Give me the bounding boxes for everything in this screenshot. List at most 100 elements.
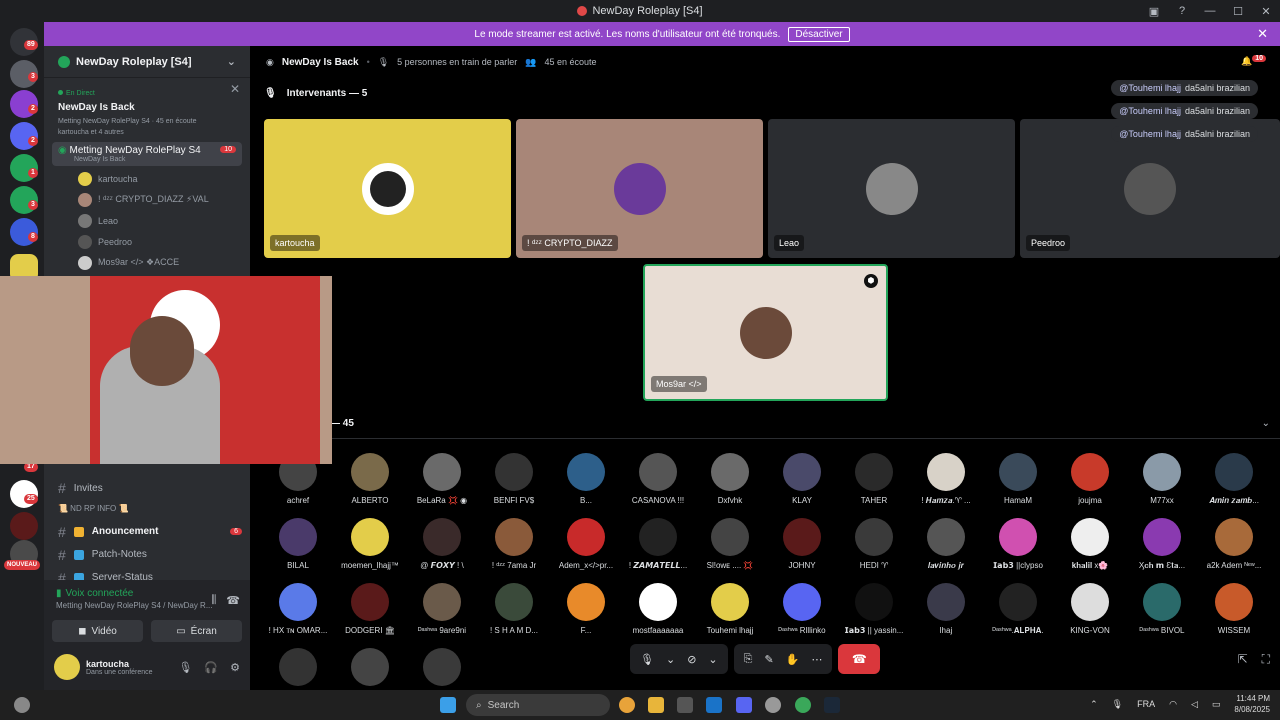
audience-member[interactable]: Touhemi lhajj bbox=[694, 583, 766, 647]
language-indicator[interactable]: FRA bbox=[1137, 699, 1155, 709]
category-header[interactable]: 📜 ND RP INFO 📜 bbox=[44, 498, 250, 520]
audience-member[interactable]: HEDI ♈ bbox=[838, 518, 910, 582]
close-icon[interactable]: ✕ bbox=[230, 82, 240, 96]
audience-member[interactable]: 𝗜𝗮𝗯𝟯 ||clypso bbox=[982, 518, 1054, 582]
battery-icon[interactable]: ▭ bbox=[1212, 699, 1221, 710]
speaker-tile[interactable]: kartoucha bbox=[264, 119, 511, 258]
member-item[interactable]: kartoucha bbox=[44, 168, 250, 189]
help-icon[interactable]: ? bbox=[1168, 5, 1196, 17]
audience-member[interactable]: joujma bbox=[1054, 453, 1126, 517]
audience-member[interactable]: BENFI FV$ bbox=[478, 453, 550, 517]
member-item[interactable]: ! ᵈᶻᶻ CRYPTO_DIAZZ ⚡VAL bbox=[44, 189, 250, 210]
disconnect-icon[interactable]: ☎ bbox=[226, 594, 240, 607]
audience-member[interactable]: JOHNY bbox=[766, 518, 838, 582]
chrome-icon[interactable] bbox=[795, 697, 811, 713]
audience-member[interactable]: ! 𝑯𝒂𝒎𝒛𝒂.♈ ... bbox=[910, 453, 982, 517]
audience-member[interactable]: Ӽ𝐜𝐡 𝗺 Ɛ𝐭𝐚... bbox=[1126, 518, 1198, 582]
video-button[interactable]: ◼ Vidéo bbox=[52, 620, 143, 642]
speaker-tile[interactable]: ! ᵈᶻᶻ CRYPTO_DIAZZ bbox=[516, 119, 763, 258]
mic-control[interactable]: 🎙 ⌄ ⊘ ⌄ bbox=[630, 644, 728, 674]
audience-member[interactable]: ! S H A M D... bbox=[478, 583, 550, 647]
actions-control[interactable]: ⎘ ✎ ✋ ⋯ bbox=[733, 644, 833, 674]
audience-member[interactable]: WISSEM bbox=[1198, 583, 1270, 647]
audience-member[interactable]: moemen_lhajj™ bbox=[334, 518, 406, 582]
audience-member[interactable]: 𝑨𝒎𝒊𝒏 𝒛𝒂𝒎𝒃... bbox=[1198, 453, 1270, 517]
channel-invites[interactable]: # Invites bbox=[44, 478, 250, 498]
chevron-down-icon[interactable]: ⌄ bbox=[666, 653, 675, 666]
audience-member[interactable]: 𝗜𝗮𝗯𝟯 || yassin... bbox=[838, 583, 910, 647]
audience-member[interactable]: mostfaaaaaaa bbox=[622, 583, 694, 647]
audience-member[interactable]: ᴰᵃˢʰʷᵃ 9are9ni bbox=[406, 583, 478, 647]
activity-icon[interactable]: ✎ bbox=[764, 653, 773, 666]
screen-share-icon[interactable]: ⎘ bbox=[744, 653, 753, 666]
gear-icon[interactable]: ⚙ bbox=[230, 661, 240, 674]
minimize-button[interactable]: — bbox=[1196, 5, 1224, 17]
speaker-tile[interactable]: Leao bbox=[768, 119, 1015, 258]
microphone-icon[interactable]: 🎙 bbox=[178, 661, 192, 674]
steam-icon[interactable] bbox=[824, 697, 840, 713]
disable-streamer-button[interactable]: Désactiver bbox=[788, 26, 850, 42]
audience-member[interactable]: 𝐤𝐡𝐚𝐥𝐢𝐥 x🌸 bbox=[1054, 518, 1126, 582]
audience-member[interactable]: ! 𝙕𝘼𝙈𝘼𝙏𝙀𝙇𝙇... bbox=[622, 518, 694, 582]
audience-member[interactable]: BeLaRa 💢 ◉ bbox=[406, 453, 478, 517]
audience-member[interactable]: M77xx bbox=[1126, 453, 1198, 517]
stage-channel-active[interactable]: ◉ Metting NewDay RolePlay S4 NewDay Is B… bbox=[52, 142, 242, 166]
more-icon[interactable]: ⋯ bbox=[811, 653, 822, 666]
inbox-icon[interactable]: ▣ bbox=[1140, 5, 1168, 18]
audience-member[interactable]: B... bbox=[550, 453, 622, 517]
audience-member[interactable]: BILAL bbox=[262, 518, 334, 582]
speaker-tile-active[interactable]: ⬢ Mos9ar </> bbox=[643, 264, 888, 401]
app-icon[interactable] bbox=[765, 697, 781, 713]
discord-icon[interactable] bbox=[736, 697, 752, 713]
audience-member[interactable]: 𝒍𝒂𝒗𝒊𝒏𝒉𝒐 𝒋𝒓 bbox=[910, 518, 982, 582]
headphones-icon[interactable]: 🎧 bbox=[204, 661, 218, 674]
microphone-icon[interactable]: 🎙 bbox=[640, 653, 654, 666]
chevron-down-icon[interactable]: ⌄ bbox=[1262, 418, 1270, 429]
member-item[interactable]: Leao bbox=[44, 210, 250, 231]
search-box[interactable]: ⌕ Search bbox=[466, 694, 610, 716]
live-stage-card[interactable]: En Direct NewDay Is Back Metting NewDay … bbox=[44, 78, 250, 136]
audience-member[interactable]: ! HX ᴛɴ OMAR... bbox=[262, 583, 334, 647]
start-icon[interactable] bbox=[440, 697, 456, 713]
channel-patch-notes[interactable]: # Patch-Notes bbox=[44, 543, 250, 566]
server-header[interactable]: NewDay Roleplay [S4] ⌄ bbox=[44, 46, 250, 78]
audience-member[interactable]: F... bbox=[550, 583, 622, 647]
microphone-icon[interactable]: 🎙 bbox=[1112, 699, 1123, 710]
audience-member[interactable]: ! ᵈᶻᶻ 7ama Jr bbox=[478, 518, 550, 582]
audience-member[interactable]: KING-VON bbox=[1054, 583, 1126, 647]
audience-member[interactable]: HamaM bbox=[982, 453, 1054, 517]
disconnect-button[interactable]: ☎ bbox=[838, 644, 881, 674]
outlook-icon[interactable] bbox=[706, 697, 722, 713]
channel-announcement[interactable]: # Anouncement 6 bbox=[44, 520, 250, 543]
audience-member[interactable]: ᴰᵃˢʰʷᵃ Rlllinko bbox=[766, 583, 838, 647]
camera-off-icon[interactable]: ⊘ bbox=[687, 653, 696, 666]
audience-member[interactable]: DODGERI 🏛 bbox=[334, 583, 406, 647]
widgets-icon[interactable] bbox=[14, 697, 30, 713]
chevron-up-icon[interactable]: ⌃ bbox=[1090, 699, 1098, 710]
avatar[interactable] bbox=[54, 654, 80, 680]
clock[interactable]: 11:44 PM 8/08/2025 bbox=[1234, 693, 1270, 715]
soundboard-icon[interactable]: ⫼ bbox=[211, 594, 216, 607]
chevron-down-icon[interactable]: ⌄ bbox=[708, 653, 717, 666]
audience-member[interactable]: TAHER bbox=[838, 453, 910, 517]
chrome-icon[interactable] bbox=[619, 697, 635, 713]
audience-member[interactable]: Dxfvhk bbox=[694, 453, 766, 517]
popout-icon[interactable]: ⇱ bbox=[1238, 652, 1248, 667]
wifi-icon[interactable]: ◠ bbox=[1169, 699, 1177, 710]
member-item[interactable]: Mos9ar </> ❖ACCE bbox=[44, 252, 250, 273]
close-window-button[interactable]: ✕ bbox=[1252, 5, 1280, 18]
file-explorer-icon[interactable] bbox=[648, 697, 664, 713]
server-icon[interactable] bbox=[10, 512, 38, 540]
close-icon[interactable]: ✕ bbox=[1257, 26, 1268, 42]
audience-member[interactable]: Sl!oᴡᴇ .... 💢 bbox=[694, 518, 766, 582]
audience-member[interactable]: Adem_x</>pr... bbox=[550, 518, 622, 582]
audience-member[interactable]: lhaj bbox=[910, 583, 982, 647]
audience-member[interactable]: ᴰᵃˢʰʷᵃ.𝐀𝐋𝐏𝐇𝐀. bbox=[982, 583, 1054, 647]
store-icon[interactable] bbox=[677, 697, 693, 713]
audience-member[interactable]: KLAY bbox=[766, 453, 838, 517]
maximize-button[interactable]: ☐ bbox=[1224, 5, 1252, 18]
fullscreen-icon[interactable]: ⛶ bbox=[1262, 652, 1270, 667]
audience-member[interactable]: @ 𝙁𝙊𝙓𝙔 ! \ bbox=[406, 518, 478, 582]
member-item[interactable]: Peedroo bbox=[44, 231, 250, 252]
screen-share-button[interactable]: ▭ Écran bbox=[151, 620, 242, 642]
